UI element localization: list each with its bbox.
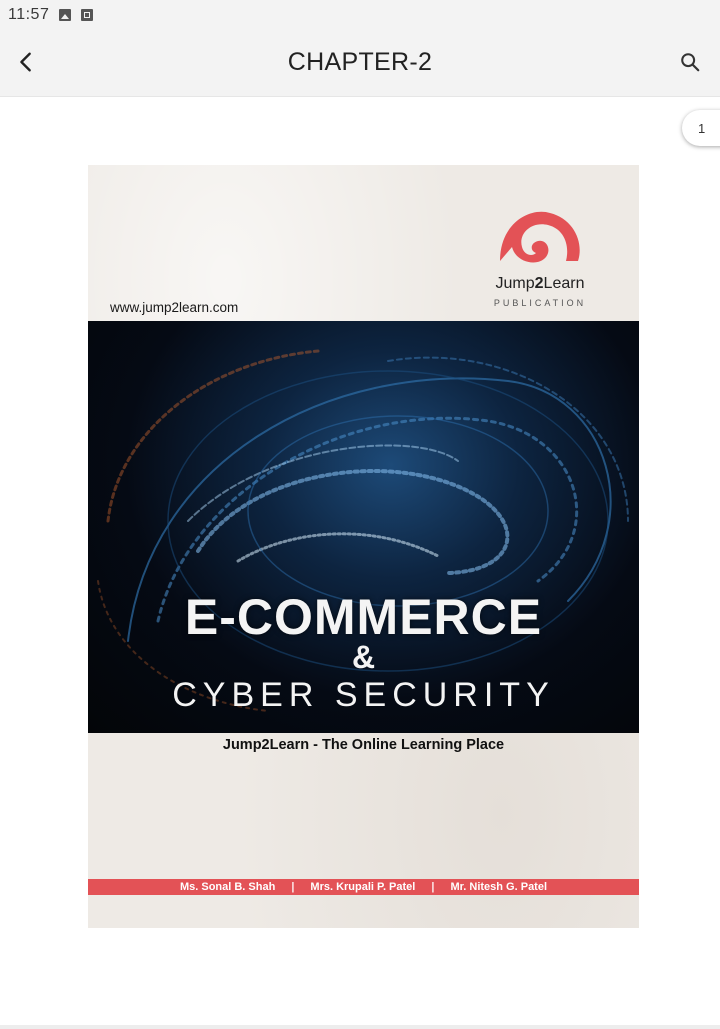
image-icon <box>59 9 72 21</box>
author-name: Mrs. Krupali P. Patel <box>310 881 416 893</box>
status-time: 11:57 <box>8 6 50 23</box>
bottom-edge <box>0 1025 720 1029</box>
publisher-name-prefix: Jump <box>495 275 535 292</box>
page-title: CHAPTER-2 <box>287 48 433 76</box>
publisher-name-bold: 2 <box>534 275 544 292</box>
website-link: www.jump2learn.com <box>110 300 239 315</box>
author-separator: | <box>431 881 435 893</box>
cover-title-line1: E-COMMERCE <box>184 589 543 645</box>
author-separator: | <box>291 881 295 893</box>
page-number-indicator[interactable]: 1 <box>682 110 720 146</box>
cover-title-line2: CYBER SECURITY <box>172 676 555 714</box>
search-button[interactable] <box>674 46 706 78</box>
cover-tagline: Jump2Learn - The Online Learning Place <box>222 737 505 753</box>
publisher-name: Jump2Learn <box>480 275 600 293</box>
author-name: Ms. Sonal B. Shah <box>179 881 276 893</box>
cover-hero-image: E-COMMERCE & CYBER SECURITY <box>88 321 639 733</box>
search-icon <box>681 53 700 72</box>
cover-title-ampersand: & <box>351 639 376 675</box>
status-bar: 11:57 <box>0 0 720 30</box>
document-page[interactable]: Jump2Learn PUBLICATION www.jump2learn.co… <box>88 165 639 928</box>
publisher-subtitle: PUBLICATION <box>493 298 587 308</box>
app-bar: CHAPTER-2 <box>0 30 720 97</box>
author-bar: Ms. Sonal B. Shah | Mrs. Krupali P. Pate… <box>88 879 639 895</box>
publisher-name-suffix: Learn <box>543 275 585 292</box>
author-name: Mr. Nitesh G. Patel <box>450 881 548 893</box>
publisher-logo <box>500 211 580 263</box>
app-notification-icon <box>81 9 94 21</box>
